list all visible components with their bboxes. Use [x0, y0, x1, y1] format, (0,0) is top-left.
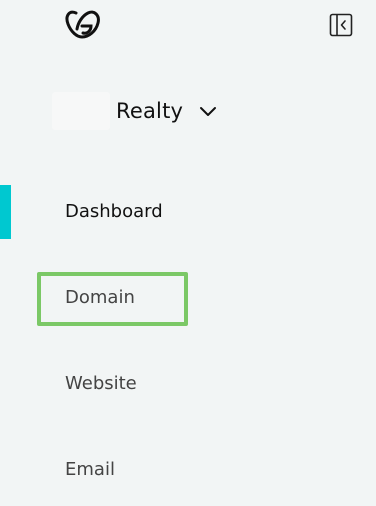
account-avatar	[52, 92, 110, 130]
collapse-sidebar-button[interactable]	[329, 13, 353, 37]
account-switcher[interactable]: Realty	[52, 92, 217, 130]
nav-item-email[interactable]: Email	[65, 459, 115, 480]
nav-item-domain[interactable]: Domain	[65, 287, 135, 308]
godaddy-logo-icon[interactable]	[64, 9, 102, 41]
collapse-sidebar-icon	[329, 13, 353, 37]
chevron-down-icon	[200, 107, 217, 116]
nav-item-website[interactable]: Website	[65, 373, 137, 394]
active-nav-indicator	[0, 185, 11, 239]
sidebar: Realty Dashboard Domain Website Email	[0, 0, 376, 506]
account-name: Realty	[116, 99, 184, 123]
nav-item-dashboard[interactable]: Dashboard	[65, 201, 163, 222]
